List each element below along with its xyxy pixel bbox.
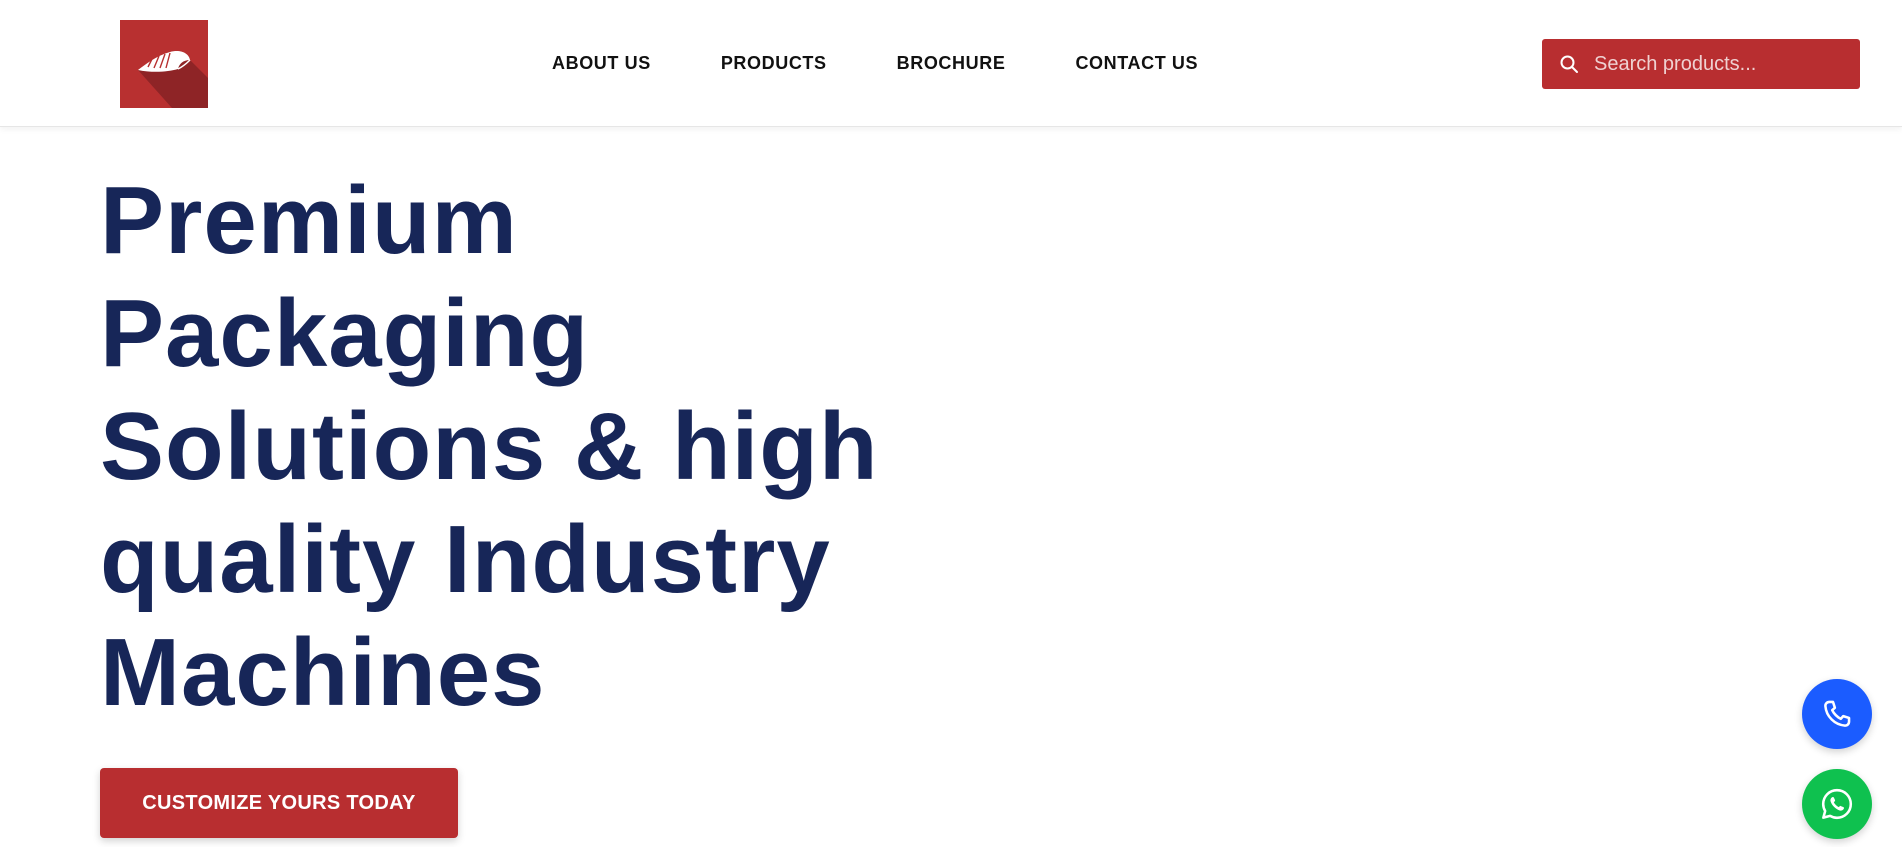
nav-contact-us[interactable]: CONTACT US bbox=[1075, 53, 1198, 74]
logo[interactable] bbox=[120, 20, 208, 108]
conch-shell-logo-icon bbox=[120, 20, 208, 108]
search-icon[interactable] bbox=[1558, 53, 1580, 75]
phone-button[interactable] bbox=[1802, 679, 1872, 749]
phone-icon bbox=[1824, 700, 1851, 727]
site-header: ABOUT US PRODUCTS BROCHURE CONTACT US bbox=[0, 0, 1902, 127]
nav-products[interactable]: PRODUCTS bbox=[721, 53, 827, 74]
main-nav: ABOUT US PRODUCTS BROCHURE CONTACT US bbox=[552, 50, 1198, 76]
nav-about-us[interactable]: ABOUT US bbox=[552, 53, 651, 74]
customize-button[interactable]: CUSTOMIZE YOURS TODAY bbox=[100, 768, 458, 838]
whatsapp-button[interactable] bbox=[1802, 769, 1872, 839]
search-bar bbox=[1542, 39, 1860, 89]
whatsapp-icon bbox=[1821, 788, 1853, 820]
hero-title: Premium Packaging Solutions & high quali… bbox=[100, 167, 879, 726]
search-input[interactable] bbox=[1592, 46, 1842, 82]
nav-brochure[interactable]: BROCHURE bbox=[897, 53, 1006, 74]
